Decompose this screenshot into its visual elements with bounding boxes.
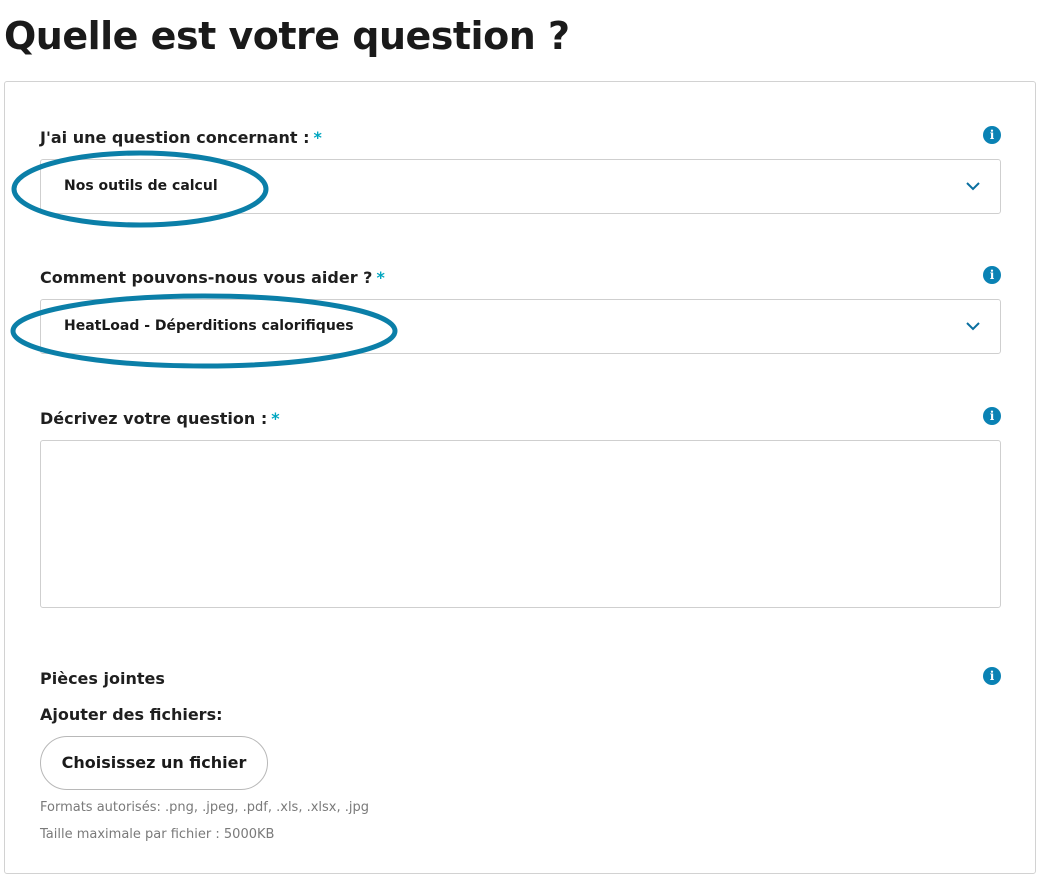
topic-select-value: Nos outils de calcul [64, 178, 218, 194]
allowed-formats-text: Formats autorisés: .png, .jpeg, .pdf, .x… [40, 800, 370, 815]
help-label: Comment pouvons-nous vous aider ? * [40, 268, 385, 287]
help-select-value: HeatLoad - Déperditions calorifiques [64, 318, 354, 334]
info-icon[interactable]: i [983, 126, 1001, 144]
attachments-label: Pièces jointes [40, 669, 165, 688]
required-mark: * [376, 268, 385, 287]
description-label: Décrivez votre question : * [40, 409, 280, 428]
chevron-down-icon [966, 182, 980, 191]
help-select[interactable]: HeatLoad - Déperditions calorifiques [40, 299, 1001, 354]
description-textarea[interactable] [40, 440, 1001, 608]
info-icon[interactable]: i [983, 407, 1001, 425]
add-files-label: Ajouter des fichiers: [40, 705, 223, 724]
required-mark: * [313, 128, 322, 147]
info-icon[interactable]: i [983, 667, 1001, 685]
info-icon[interactable]: i [983, 266, 1001, 284]
help-label-text: Comment pouvons-nous vous aider ? [40, 268, 373, 287]
choose-file-button[interactable]: Choisissez un fichier [40, 736, 268, 790]
chevron-down-icon [966, 322, 980, 331]
topic-label: J'ai une question concernant : * [40, 128, 322, 147]
topic-label-text: J'ai une question concernant : [40, 128, 310, 147]
description-label-text: Décrivez votre question : [40, 409, 268, 428]
max-size-text: Taille maximale par fichier : 5000KB [40, 827, 275, 842]
required-mark: * [271, 409, 280, 428]
page-title: Quelle est votre question ? [4, 14, 570, 58]
topic-select[interactable]: Nos outils de calcul [40, 159, 1001, 214]
